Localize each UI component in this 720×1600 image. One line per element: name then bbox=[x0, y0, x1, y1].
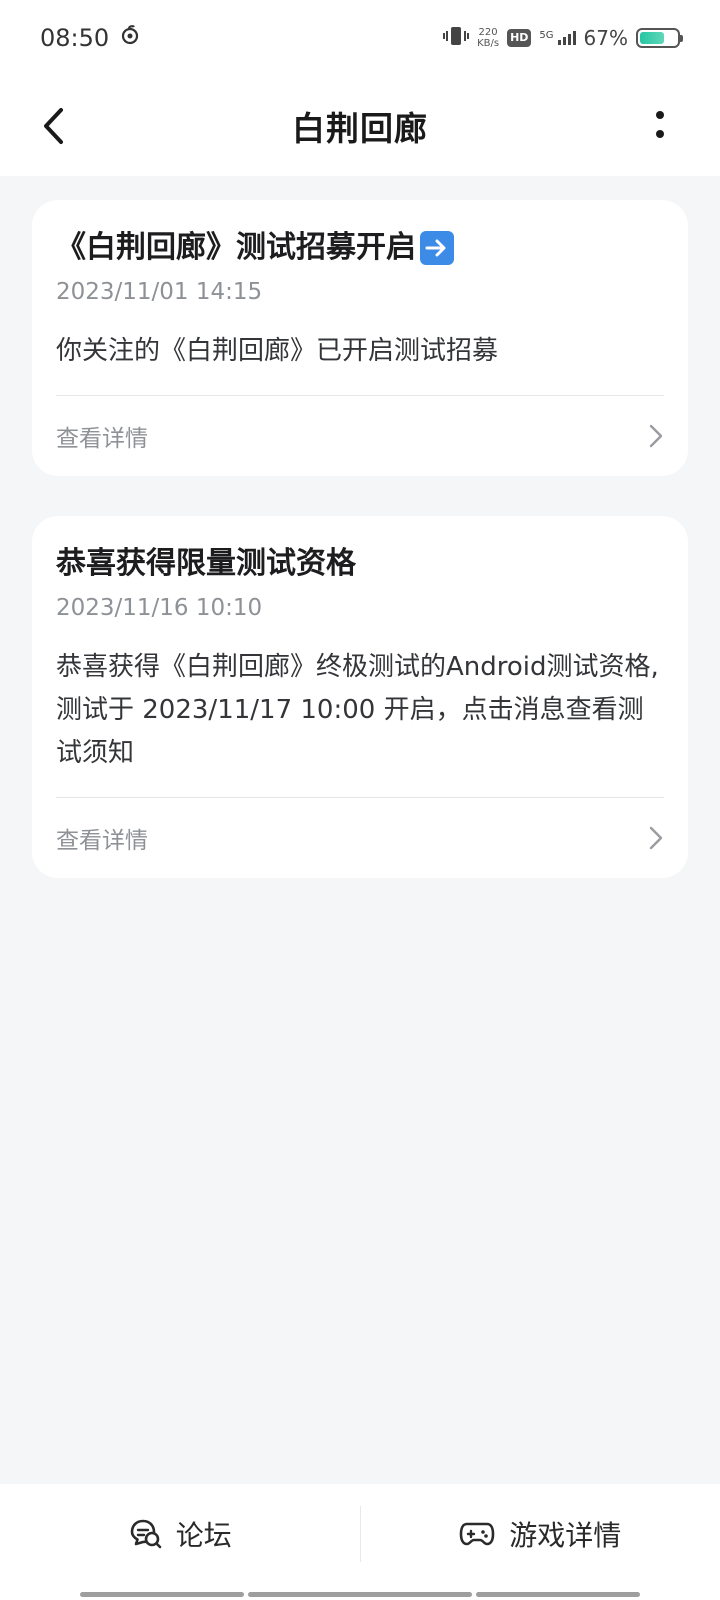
message-body: 你关注的《白荆回廊》已开启测试招募 bbox=[56, 336, 499, 366]
view-details-row[interactable]: 查看详情 bbox=[56, 396, 664, 476]
nav-indicator bbox=[476, 1592, 640, 1597]
bottom-action-bar: 论坛 游戏详情 bbox=[0, 1484, 720, 1600]
message-time: 2023/11/16 10:10 bbox=[56, 595, 263, 621]
battery-percent: 67% bbox=[583, 26, 628, 50]
message-time: 2023/11/01 14:15 bbox=[56, 279, 263, 305]
view-details-label: 查看详情 bbox=[56, 828, 148, 854]
message-title: 《白荆回廊》测试招募开启 bbox=[56, 226, 664, 270]
message-title: 恭喜获得限量测试资格 bbox=[56, 546, 356, 581]
app-header: 白荆回廊 bbox=[0, 76, 720, 176]
hd-badge: HD bbox=[507, 29, 532, 47]
chat-bubble-icon bbox=[130, 1519, 162, 1549]
game-detail-label: 游戏详情 bbox=[509, 1519, 622, 1552]
notification-icon bbox=[119, 24, 141, 52]
arrow-right-icon bbox=[420, 231, 454, 265]
view-details-row[interactable]: 查看详情 bbox=[56, 798, 664, 878]
network-speed: 220 KB/s bbox=[477, 27, 500, 49]
battery-icon bbox=[636, 28, 683, 48]
back-button[interactable] bbox=[28, 100, 80, 152]
page-title: 白荆回廊 bbox=[292, 109, 428, 148]
game-detail-button[interactable]: 游戏详情 bbox=[361, 1484, 720, 1584]
nav-indicator bbox=[248, 1592, 472, 1597]
chevron-left-icon bbox=[44, 108, 63, 144]
message-card[interactable]: 恭喜获得限量测试资格 2023/11/16 10:10 恭喜获得《白荆回廊》终极… bbox=[32, 516, 688, 878]
chevron-right-icon bbox=[649, 826, 663, 850]
message-body: 恭喜获得《白荆回廊》终极测试的Android测试资格,测试于 2023/11/1… bbox=[56, 652, 659, 768]
message-list: 《白荆回廊》测试招募开启 2023/11/01 14:15 你关注的《白荆回廊》… bbox=[32, 200, 688, 918]
more-vertical-icon bbox=[656, 111, 664, 138]
view-details-label: 查看详情 bbox=[56, 426, 148, 452]
message-card[interactable]: 《白荆回廊》测试招募开启 2023/11/01 14:15 你关注的《白荆回廊》… bbox=[32, 200, 688, 476]
gamepad-icon bbox=[459, 1522, 495, 1546]
signal-icon: 5G bbox=[539, 31, 576, 45]
more-button[interactable] bbox=[640, 100, 680, 152]
status-time: 08:50 bbox=[40, 24, 110, 52]
forum-label: 论坛 bbox=[175, 1519, 232, 1552]
nav-indicator bbox=[80, 1592, 244, 1597]
vibrate-icon bbox=[443, 25, 470, 52]
chevron-right-icon bbox=[649, 424, 663, 448]
forum-button[interactable]: 论坛 bbox=[0, 1484, 360, 1584]
status-bar: 08:50 220 KB/s HD 5G 67% bbox=[0, 0, 720, 76]
